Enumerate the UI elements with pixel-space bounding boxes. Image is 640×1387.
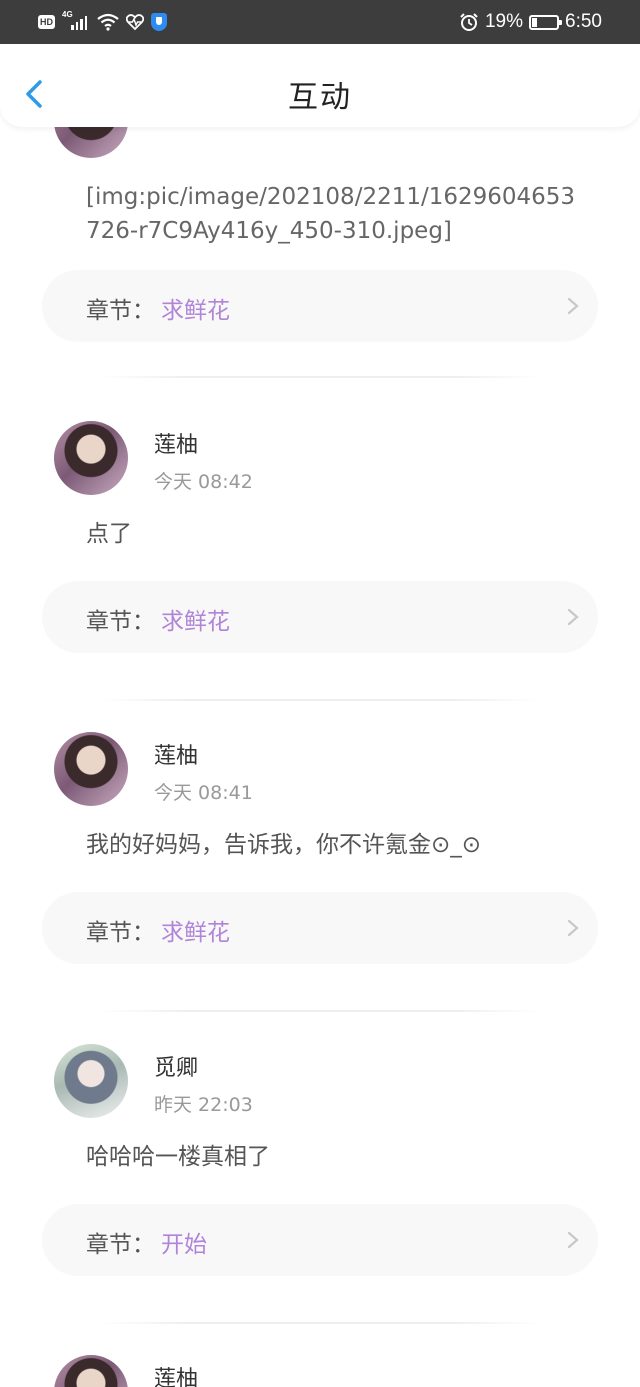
chapter-link[interactable]: 章节： 求鲜花 bbox=[42, 581, 598, 653]
chapter-label: 章节： bbox=[86, 609, 155, 635]
comment-text: 我的好妈妈，告诉我，你不许氪金⊙_⊙ bbox=[86, 832, 482, 858]
wifi-icon bbox=[97, 13, 119, 31]
security-shield-icon bbox=[151, 13, 167, 31]
status-bar: HD 4G 19% 6:50 bbox=[0, 0, 640, 44]
divider bbox=[100, 1322, 540, 1324]
status-left-icons: HD 4G bbox=[38, 10, 167, 33]
avatar[interactable] bbox=[54, 421, 128, 495]
status-right-icons: 19% 6:50 bbox=[459, 10, 602, 34]
comment-item: 觅卿 昨天 22:03 哈哈哈一楼真相了 章节： 开始 bbox=[0, 1044, 640, 1356]
comment-item: 莲柚 今天 08:41 我的好妈妈，告诉我，你不许氪金⊙_⊙ 章节： 求鲜花 bbox=[0, 732, 640, 1044]
chapter-link[interactable]: 章节： 求鲜花 bbox=[42, 270, 598, 342]
hd-badge: HD bbox=[38, 15, 55, 29]
comment-time: 今天 08:42 bbox=[154, 471, 253, 493]
avatar[interactable] bbox=[54, 732, 128, 806]
chapter-link[interactable]: 章节： 开始 bbox=[42, 1204, 598, 1276]
clock-time: 6:50 bbox=[565, 11, 602, 32]
battery-percent: 19% bbox=[484, 11, 524, 32]
comment-text: [img:pic/image/202108/2211/1629604653726… bbox=[86, 184, 576, 244]
chevron-right-icon bbox=[567, 919, 579, 937]
page-title: 互动 bbox=[288, 80, 352, 115]
comment-item: [img:pic/image/202108/2211/1629604653726… bbox=[0, 84, 640, 396]
comment-time: 昨天 22:03 bbox=[154, 1094, 253, 1116]
comment-item: 莲柚 今天 08:42 点了 章节： 求鲜花 bbox=[0, 421, 640, 733]
comment-item: 莲柚 bbox=[0, 1355, 640, 1387]
comment-time: 今天 08:41 bbox=[154, 782, 253, 804]
avatar[interactable] bbox=[54, 1355, 128, 1387]
comment-text: 哈哈哈一楼真相了 bbox=[86, 1144, 270, 1170]
chapter-name: 求鲜花 bbox=[161, 298, 230, 324]
comment-author[interactable]: 觅卿 bbox=[154, 1050, 198, 1082]
comment-author[interactable]: 莲柚 bbox=[154, 427, 198, 459]
alarm-icon bbox=[460, 13, 478, 31]
cellular-signal-icon: 4G bbox=[62, 10, 90, 32]
comment-author[interactable]: 莲柚 bbox=[154, 738, 198, 770]
comment-author[interactable]: 莲柚 bbox=[154, 1361, 198, 1387]
battery-level bbox=[532, 17, 538, 27]
chapter-name: 求鲜花 bbox=[161, 609, 230, 635]
chapter-label: 章节： bbox=[86, 1232, 155, 1258]
chapter-label: 章节： bbox=[86, 298, 155, 324]
chapter-label: 章节： bbox=[86, 920, 155, 946]
avatar[interactable] bbox=[54, 1044, 128, 1118]
chevron-right-icon bbox=[567, 608, 579, 626]
chevron-right-icon bbox=[567, 297, 579, 315]
heart-rate-icon bbox=[126, 14, 144, 31]
page-header: 互动 bbox=[0, 44, 640, 127]
chapter-name: 求鲜花 bbox=[161, 920, 230, 946]
chapter-link[interactable]: 章节： 求鲜花 bbox=[42, 892, 598, 964]
divider bbox=[100, 376, 540, 378]
chevron-right-icon bbox=[567, 1231, 579, 1249]
divider bbox=[100, 1010, 540, 1012]
battery-icon bbox=[529, 14, 563, 30]
chapter-name: 开始 bbox=[161, 1232, 207, 1258]
divider bbox=[100, 699, 540, 701]
comment-text: 点了 bbox=[86, 521, 132, 547]
